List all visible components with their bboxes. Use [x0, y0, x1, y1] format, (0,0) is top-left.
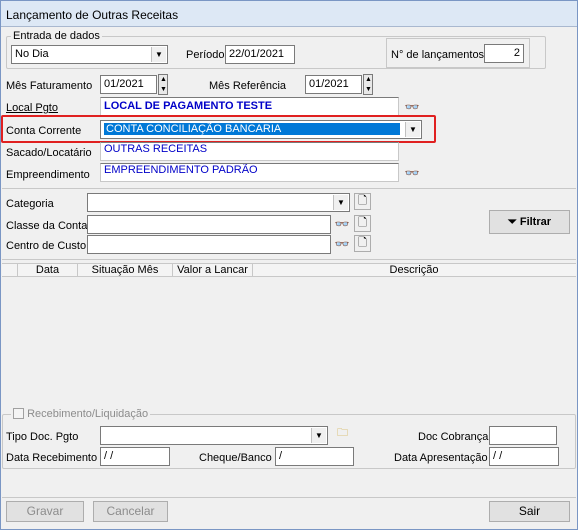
filtrar-label: Filtrar: [519, 216, 552, 228]
binoculars-icon[interactable]: 👓: [332, 234, 352, 254]
periodo-label: Período: [186, 49, 225, 61]
local-label: Local Pgto: [6, 102, 58, 114]
mes-ref-label: Mês Referência: [209, 80, 287, 92]
col-header[interactable]: Situação Mês: [77, 264, 172, 277]
categoria-select[interactable]: ▼: [87, 193, 350, 212]
empreend-field[interactable]: EMPREENDIMENTO PADRÃO: [100, 163, 399, 182]
filtrar-button[interactable]: ⏷ Filtrar: [489, 210, 570, 234]
data-receb-field[interactable]: / /: [100, 447, 170, 466]
mes-fat-value: 01/2021: [104, 78, 144, 90]
sacado-field[interactable]: OUTRAS RECEITAS: [100, 142, 399, 161]
data-apres-label: Data Apresentação: [394, 452, 488, 464]
sair-button[interactable]: Sair: [489, 501, 570, 522]
data-apres-value: / /: [493, 450, 503, 462]
mes-fat-spinner[interactable]: ▲ ▼: [158, 74, 168, 95]
empreend-value: EMPREENDIMENTO PADRÃO: [104, 164, 258, 176]
window-title: Lançamento de Outras Receitas: [6, 8, 179, 22]
mes-fat-field[interactable]: 01/2021: [100, 75, 157, 94]
binoculars-icon[interactable]: 👓: [402, 97, 422, 117]
sacado-value: OUTRAS RECEITAS: [104, 143, 208, 155]
mes-ref-field[interactable]: 01/2021: [305, 75, 362, 94]
col-header[interactable]: Data: [17, 264, 77, 277]
arrow-up-icon[interactable]: ▲: [365, 75, 372, 84]
cancelar-button[interactable]: Cancelar: [93, 501, 168, 522]
tipo-doc-label: Tipo Doc. Pgto: [6, 431, 79, 443]
periodo-value: 22/01/2021: [229, 48, 285, 60]
arrow-up-icon[interactable]: ▲: [160, 75, 167, 84]
mode-value: No Dia: [15, 48, 49, 60]
highlight-box: [1, 115, 436, 143]
doc-cobr-label: Doc Cobrança: [418, 431, 489, 443]
receb-legend: Recebimento/Liquidação: [11, 408, 151, 420]
binoculars-icon[interactable]: 👓: [402, 163, 422, 183]
classe-label: Classe da Conta: [6, 220, 88, 232]
receb-legend-label: Recebimento/Liquidação: [27, 408, 149, 420]
data-apres-field[interactable]: / /: [489, 447, 559, 466]
title-bar: Lançamento de Outras Receitas: [1, 1, 577, 27]
mes-ref-value: 01/2021: [309, 78, 349, 90]
grid-area[interactable]: [2, 259, 576, 409]
col-header[interactable]: Valor a Lancar: [172, 264, 252, 277]
centro-field[interactable]: [87, 235, 331, 254]
main-window: Lançamento de Outras Receitas Entrada de…: [0, 0, 578, 530]
binoculars-icon[interactable]: 👓: [332, 214, 352, 234]
data-receb-label: Data Recebimento: [6, 452, 98, 464]
chevron-down-icon[interactable]: ▼: [333, 195, 348, 210]
document-icon[interactable]: 🗋: [354, 235, 371, 252]
num-lanc-field[interactable]: 2: [484, 44, 524, 63]
mode-select[interactable]: No Dia ▼: [11, 45, 168, 64]
entrada-legend: Entrada de dados: [11, 30, 102, 42]
data-receb-value: / /: [104, 450, 114, 462]
sacado-label: Sacado/Locatário: [6, 147, 92, 159]
chevron-down-icon[interactable]: ▼: [151, 47, 166, 62]
mes-ref-spinner[interactable]: ▲ ▼: [363, 74, 373, 95]
doc-cobr-field[interactable]: [489, 426, 557, 445]
local-field[interactable]: LOCAL DE PAGAMENTO TESTE: [100, 97, 399, 116]
folder-icon[interactable]: 🗀: [334, 426, 351, 443]
col-header[interactable]: Descrição: [252, 264, 575, 277]
button-bar: [2, 497, 576, 498]
periodo-field[interactable]: 22/01/2021: [225, 45, 295, 64]
receb-checkbox[interactable]: [13, 408, 24, 419]
gravar-button[interactable]: Gravar: [6, 501, 84, 522]
chevron-down-icon[interactable]: ▼: [311, 428, 326, 443]
arrow-down-icon[interactable]: ▼: [365, 85, 372, 94]
mes-fat-label: Mês Faturamento: [6, 80, 93, 92]
cheque-label: Cheque/Banco: [199, 452, 272, 464]
grid-header: Data Situação Mês Valor a Lancar Descriç…: [2, 263, 576, 277]
centro-label: Centro de Custo: [6, 240, 87, 252]
num-lanc-label: N° de lançamentos: [391, 49, 485, 61]
num-lanc-value: 2: [513, 47, 520, 59]
document-icon[interactable]: 🗋: [354, 193, 371, 210]
cheque-value: /: [279, 450, 283, 462]
local-value: LOCAL DE PAGAMENTO TESTE: [104, 100, 273, 112]
divider: [2, 188, 576, 189]
cheque-field[interactable]: /: [275, 447, 354, 466]
arrow-down-icon[interactable]: ▼: [160, 85, 167, 94]
classe-field[interactable]: [87, 215, 331, 234]
empreend-label: Empreendimento: [6, 169, 90, 181]
tipo-doc-select[interactable]: ▼: [100, 426, 328, 445]
document-icon[interactable]: 🗋: [354, 215, 371, 232]
funnel-icon: ⏷: [507, 216, 517, 228]
categoria-label: Categoria: [6, 198, 54, 210]
